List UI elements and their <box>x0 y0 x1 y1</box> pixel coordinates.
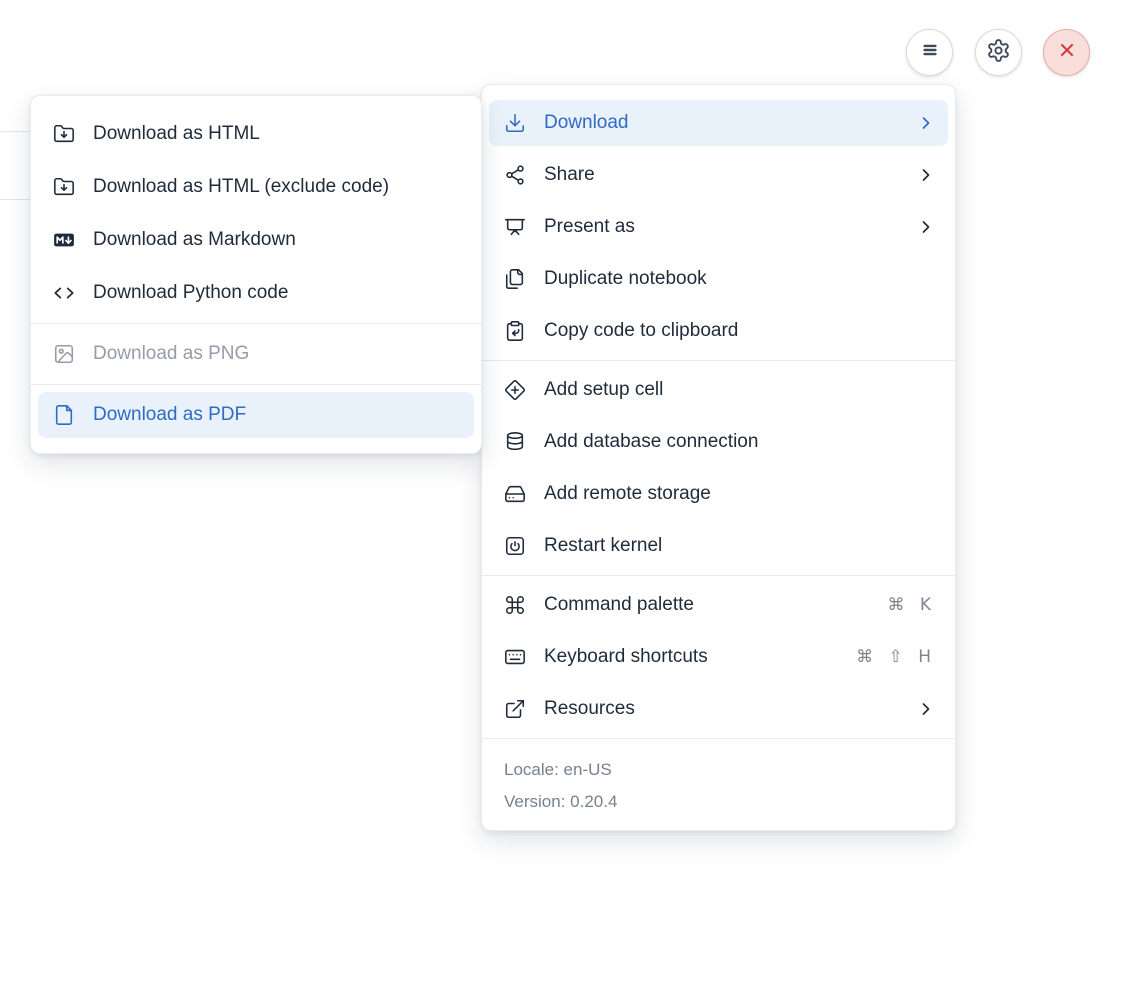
database-icon <box>504 431 526 453</box>
submenu-item-download-png: Download as PNG <box>38 331 474 377</box>
menu-item-label: Add database connection <box>544 431 759 452</box>
clipboard-copy-icon <box>504 320 526 342</box>
menu-item-resources[interactable]: Resources <box>489 686 948 732</box>
menu-item-label: Keyboard shortcuts <box>544 646 708 667</box>
menu-item-label: Duplicate notebook <box>544 268 707 289</box>
menu-item-label: Download as PNG <box>93 343 250 364</box>
settings-button[interactable] <box>975 29 1022 76</box>
menu-item-copy-code[interactable]: Copy code to clipboard <box>489 308 948 354</box>
notebook-menu-button[interactable] <box>906 29 953 76</box>
menu-item-label: Download Python code <box>93 282 289 303</box>
menu-item-command-palette[interactable]: Command palette ⌘ K <box>489 582 948 628</box>
image-icon <box>53 343 75 365</box>
menu-item-label: Add remote storage <box>544 483 711 504</box>
menu-item-label: Copy code to clipboard <box>544 320 739 341</box>
markdown-icon <box>53 229 75 251</box>
submenu-item-download-python-code[interactable]: Download Python code <box>38 270 474 316</box>
menu-item-label: Share <box>544 164 595 185</box>
menu-item-keyboard-shortcuts[interactable]: Keyboard shortcuts ⌘ ⇧ H <box>489 634 948 680</box>
shutdown-button[interactable] <box>1043 29 1090 76</box>
presentation-icon <box>504 216 526 238</box>
submenu-item-download-html[interactable]: Download as HTML <box>38 111 474 157</box>
menu-item-label: Add setup cell <box>544 379 664 400</box>
menu-item-restart-kernel[interactable]: Restart kernel <box>489 523 948 569</box>
menu-item-label: Command palette <box>544 594 694 615</box>
menu-item-label: Download <box>544 112 629 133</box>
menu-item-duplicate-notebook[interactable]: Duplicate notebook <box>489 256 948 302</box>
background-divider <box>0 199 30 200</box>
menu-item-label: Download as HTML (exclude code) <box>93 176 390 197</box>
notebook-menu: Download Share Present as Duplicate note… <box>481 84 956 831</box>
menu-item-add-setup-cell[interactable]: Add setup cell <box>489 367 948 413</box>
menu-item-label: Download as PDF <box>93 404 247 425</box>
download-submenu: Download as HTML Download as HTML (exclu… <box>30 95 482 454</box>
shortcut-hint: ⌘ K <box>887 595 936 615</box>
folder-down-icon <box>53 123 75 145</box>
hamburger-icon <box>917 37 943 68</box>
background-divider <box>0 131 30 132</box>
menu-item-download[interactable]: Download <box>489 100 948 146</box>
chevron-right-icon <box>916 113 936 133</box>
duplicate-icon <box>504 268 526 290</box>
file-icon <box>53 404 75 426</box>
menu-footer: Locale: en-US Version: 0.20.4 <box>489 744 948 822</box>
menu-item-add-database-connection[interactable]: Add database connection <box>489 419 948 465</box>
share-icon <box>504 164 526 186</box>
menu-item-present-as[interactable]: Present as <box>489 204 948 250</box>
menu-item-share[interactable]: Share <box>489 152 948 198</box>
hard-drive-icon <box>504 483 526 505</box>
menu-separator <box>482 738 955 739</box>
menu-item-add-remote-storage[interactable]: Add remote storage <box>489 471 948 517</box>
version-label: Version: 0.20.4 <box>504 792 618 811</box>
locale-label: Locale: en-US <box>504 760 612 779</box>
gear-icon <box>986 38 1011 68</box>
submenu-item-download-pdf[interactable]: Download as PDF <box>38 392 474 438</box>
submenu-item-download-html-exclude-code[interactable]: Download as HTML (exclude code) <box>38 164 474 210</box>
menu-item-label: Restart kernel <box>544 535 663 556</box>
close-icon <box>1055 38 1079 67</box>
keyboard-icon <box>504 646 526 668</box>
power-icon <box>504 535 526 557</box>
menu-separator <box>31 323 481 324</box>
code-icon <box>53 282 75 304</box>
folder-down-icon <box>53 176 75 198</box>
diamond-plus-icon <box>504 379 526 401</box>
menu-separator <box>31 384 481 385</box>
chevron-right-icon <box>916 165 936 185</box>
chevron-right-icon <box>916 217 936 237</box>
menu-separator <box>482 360 955 361</box>
download-icon <box>504 112 526 134</box>
submenu-item-download-markdown[interactable]: Download as Markdown <box>38 217 474 263</box>
menu-item-label: Download as Markdown <box>93 229 296 250</box>
menu-item-label: Present as <box>544 216 635 237</box>
menu-item-label: Resources <box>544 698 635 719</box>
external-link-icon <box>504 698 526 720</box>
menu-item-label: Download as HTML <box>93 123 260 144</box>
menu-separator <box>482 575 955 576</box>
chevron-right-icon <box>916 699 936 719</box>
shortcut-hint: ⌘ ⇧ H <box>856 647 936 667</box>
command-icon <box>504 594 526 616</box>
